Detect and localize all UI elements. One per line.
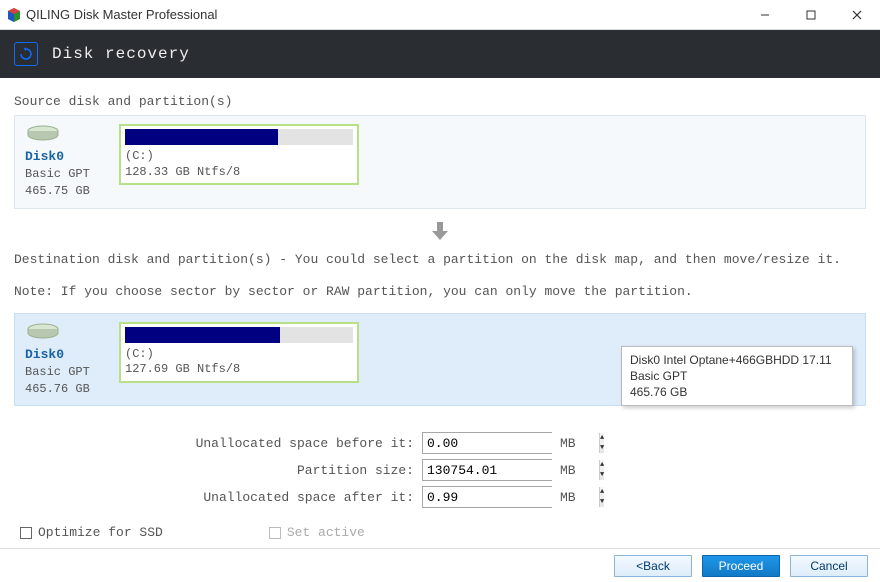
source-usage-fill	[125, 129, 278, 145]
drive-icon	[25, 124, 61, 142]
options-row: Optimize for SSD Set active	[14, 513, 866, 540]
source-disk-name: Disk0	[25, 148, 105, 166]
recovery-icon	[14, 42, 38, 66]
destination-partition[interactable]: (C:) 127.69 GB Ntfs/8	[119, 322, 359, 383]
source-usage-bar	[125, 129, 353, 145]
unit-label: MB	[560, 463, 580, 478]
drive-icon	[25, 322, 61, 340]
unit-label: MB	[560, 490, 580, 505]
source-part-desc: 128.33 GB Ntfs/8	[125, 165, 353, 181]
tooltip-line1: Disk0 Intel Optane+466GBHDD 17.11	[630, 352, 844, 368]
set-active-checkbox: Set active	[269, 525, 365, 540]
destination-usage-bar	[125, 327, 353, 343]
source-disk-meta: Disk0 Basic GPT 465.75 GB	[25, 124, 105, 200]
unalloc-before-spinner[interactable]: ▲▼	[599, 433, 604, 453]
back-button[interactable]: <Back	[614, 555, 692, 577]
destination-section-label: Destination disk and partition(s) - You …	[14, 249, 866, 271]
proceed-button[interactable]: Proceed	[702, 555, 780, 577]
disk-tooltip: Disk0 Intel Optane+466GBHDD 17.11 Basic …	[621, 346, 853, 407]
partition-size-spinner[interactable]: ▲▼	[599, 460, 604, 480]
button-bar: <Back Proceed Cancel	[0, 548, 880, 582]
tooltip-line2: Basic GPT	[630, 368, 844, 384]
optimize-ssd-checkbox[interactable]: Optimize for SSD	[20, 525, 163, 540]
destination-note: Note: If you choose sector by sector or …	[14, 281, 866, 303]
titlebar: QILING Disk Master Professional	[0, 0, 880, 30]
destination-disk-meta: Disk0 Basic GPT 465.76 GB	[25, 322, 105, 398]
destination-part-desc: 127.69 GB Ntfs/8	[125, 362, 353, 378]
source-disk-type: Basic GPT	[25, 166, 105, 183]
destination-disk-name: Disk0	[25, 346, 105, 364]
partition-size-label: Partition size:	[14, 463, 414, 478]
maximize-button[interactable]	[788, 0, 834, 30]
size-form: Unallocated space before it: ▲▼ MB Parti…	[14, 416, 866, 508]
destination-part-letter: (C:)	[125, 347, 353, 363]
unalloc-before-label: Unallocated space before it:	[14, 436, 414, 451]
page-title: Disk recovery	[52, 45, 190, 63]
close-button[interactable]	[834, 0, 880, 30]
destination-disk-block[interactable]: Disk0 Basic GPT 465.76 GB (C:) 127.69 GB…	[14, 313, 866, 407]
unalloc-after-spinner[interactable]: ▲▼	[599, 487, 604, 507]
destination-usage-fill	[125, 327, 280, 343]
unalloc-after-label: Unallocated space after it:	[14, 490, 414, 505]
content-area: Source disk and partition(s) Disk0 Basic…	[0, 78, 880, 540]
arrow-down-icon	[14, 219, 866, 247]
source-disk-block: Disk0 Basic GPT 465.75 GB (C:) 128.33 GB…	[14, 115, 866, 209]
set-active-label: Set active	[287, 525, 365, 540]
window-title: QILING Disk Master Professional	[22, 7, 742, 22]
optimize-ssd-label: Optimize for SSD	[38, 525, 163, 540]
source-partition[interactable]: (C:) 128.33 GB Ntfs/8	[119, 124, 359, 185]
destination-disk-size: 465.76 GB	[25, 381, 105, 398]
tooltip-line3: 465.76 GB	[630, 384, 844, 400]
source-section-label: Source disk and partition(s)	[14, 94, 866, 109]
app-icon	[6, 7, 22, 23]
header-ribbon: Disk recovery	[0, 30, 880, 78]
source-part-letter: (C:)	[125, 149, 353, 165]
destination-disk-type: Basic GPT	[25, 364, 105, 381]
unit-label: MB	[560, 436, 580, 451]
cancel-button[interactable]: Cancel	[790, 555, 868, 577]
source-disk-size: 465.75 GB	[25, 183, 105, 200]
minimize-button[interactable]	[742, 0, 788, 30]
